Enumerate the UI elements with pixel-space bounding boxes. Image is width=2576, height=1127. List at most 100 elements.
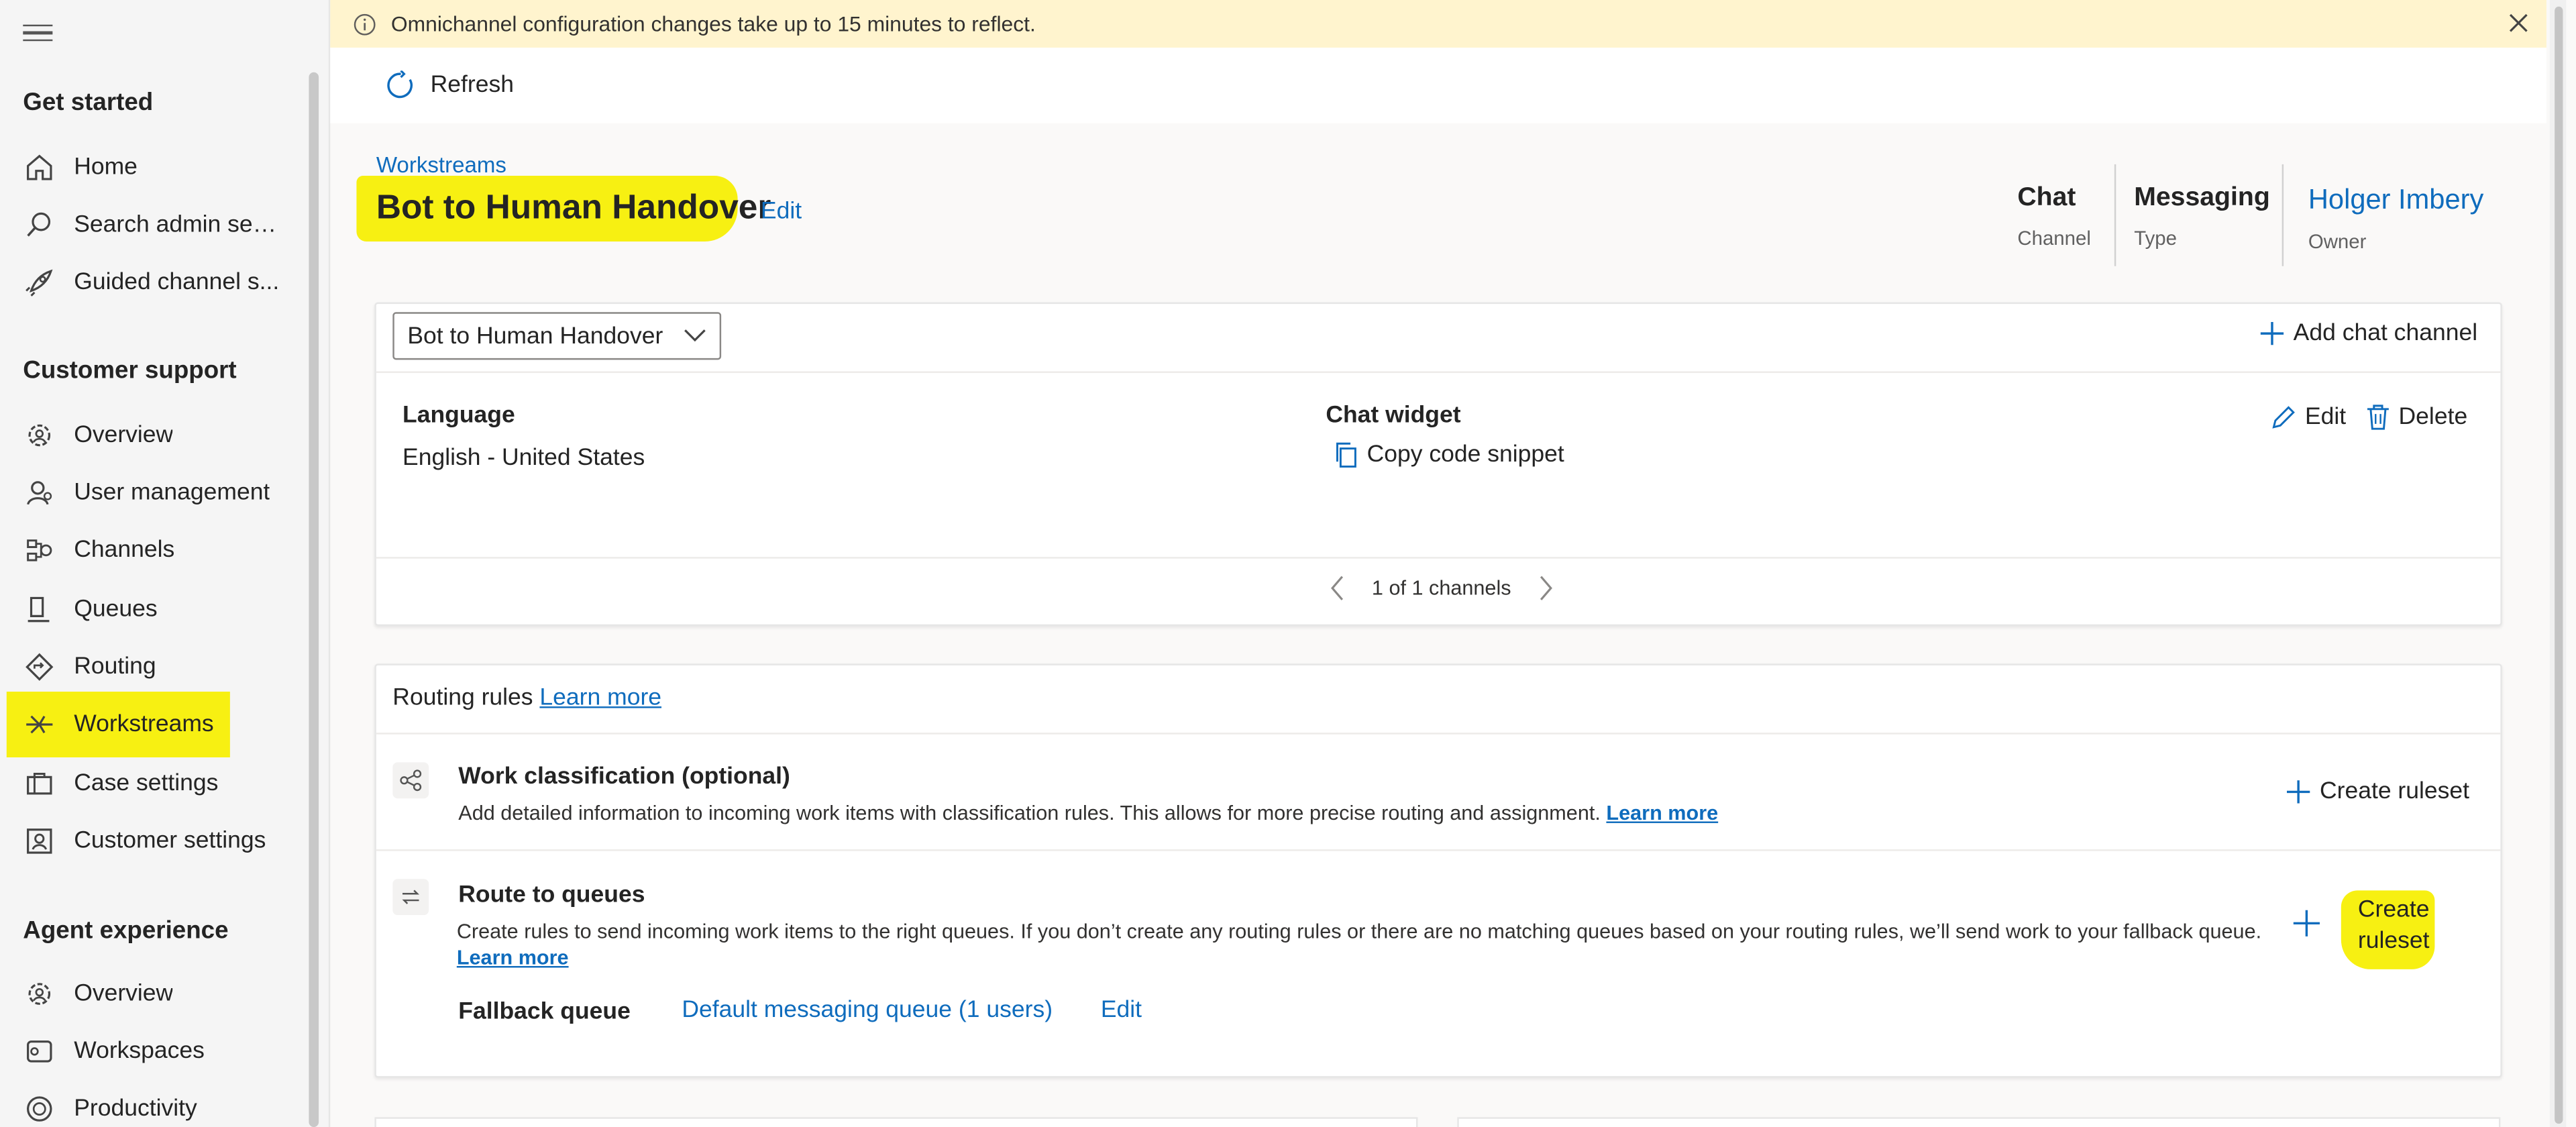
workstream-icon	[23, 708, 56, 741]
meta-divider	[2114, 164, 2116, 266]
close-icon[interactable]	[2507, 11, 2530, 34]
copy-icon	[1336, 442, 1356, 468]
chevron-right-icon[interactable]	[1538, 575, 1554, 601]
sidebar-item-label: Customer settings	[74, 828, 266, 855]
language-value: English - United States	[402, 445, 645, 472]
sidebar-item-label: Workspaces	[74, 1038, 205, 1065]
meta-divider	[2282, 164, 2284, 266]
trash-icon	[2367, 405, 2389, 430]
meta-owner: Holger Imbery Owner	[2308, 184, 2483, 253]
sidebar-item-label: Home	[74, 154, 138, 181]
sidebar-item-customer-settings[interactable]: Customer settings	[7, 816, 303, 865]
routing-icon	[23, 651, 56, 684]
hamburger-menu-icon[interactable]	[23, 19, 53, 42]
add-chat-channel-button[interactable]: Add chat channel	[2259, 321, 2477, 347]
title-edit-link[interactable]: Edit	[761, 199, 802, 225]
sidebar-item-label: User management	[74, 480, 270, 506]
copy-code-snippet-button[interactable]: Copy code snippet	[1334, 442, 1564, 468]
classification-icon	[392, 762, 429, 799]
create-ruleset-queues-button[interactable]: Create ruleset	[2349, 896, 2438, 958]
workspace-icon	[23, 1035, 56, 1068]
sidebar-item-channels[interactable]: Channels	[7, 526, 303, 575]
refresh-button[interactable]: Refresh	[386, 70, 514, 100]
work-classification-title: Work classification (optional)	[458, 763, 790, 790]
language-label: Language	[402, 402, 515, 429]
main-content: Omnichannel configuration changes take u…	[330, 0, 2546, 1127]
sidebar-item-user-management[interactable]: User management	[7, 468, 303, 517]
sidebar-item-workstreams[interactable]: Workstreams	[6, 692, 230, 757]
meta-type-value: Messaging	[2134, 184, 2270, 212]
sidebar-item-label: Channels	[74, 537, 175, 564]
sidebar-item-queues[interactable]: Queues	[7, 585, 303, 634]
meta-channel-caption: Channel	[2017, 226, 2091, 250]
sidebar-item-guided-channel[interactable]: Guided channel s...	[7, 258, 303, 307]
search-icon	[23, 209, 56, 241]
routing-learn-more-link[interactable]: Learn more	[539, 685, 661, 711]
work-classification-learn-more[interactable]: Learn more	[1606, 802, 1718, 824]
sidebar-item-overview[interactable]: Overview	[7, 411, 303, 460]
productivity-icon	[23, 1093, 56, 1126]
edit-channel-label: Edit	[2304, 404, 2347, 431]
breadcrumb[interactable]: Workstreams	[376, 153, 506, 178]
copy-code-snippet-label: Copy code snippet	[1366, 441, 1564, 468]
chevron-down-icon	[684, 329, 706, 342]
delete-channel-label: Delete	[2398, 404, 2468, 431]
sidebar-item-label: Routing	[74, 653, 156, 680]
section-title-agent-experience: Agent experience	[23, 916, 229, 945]
rocket-icon	[23, 266, 56, 299]
page-scrollbar[interactable]	[2549, 0, 2567, 1127]
contact-icon	[23, 824, 56, 857]
meta-channel-value: Chat	[2017, 184, 2076, 212]
divider	[376, 733, 2501, 735]
gear-people-icon	[23, 977, 56, 1010]
sidebar-item-workspaces[interactable]: Workspaces	[7, 1027, 303, 1076]
sidebar-item-label: Overview	[74, 981, 174, 1008]
gear-people-icon	[23, 419, 56, 451]
sidebar-item-case-settings[interactable]: Case settings	[7, 759, 303, 808]
sidebar-item-home[interactable]: Home	[7, 143, 303, 192]
channel-card: Bot to Human Handover Add chat channel L…	[374, 302, 2502, 627]
add-chat-channel-label: Add chat channel	[2293, 320, 2478, 347]
create-ruleset-label: Create ruleset	[2319, 778, 2470, 806]
pager-text: 1 of 1 channels	[1371, 576, 1511, 600]
fallback-queue-edit-link[interactable]: Edit	[1101, 998, 1142, 1024]
sidebar-item-agent-overview[interactable]: Overview	[7, 969, 303, 1018]
create-ruleset-classification-button[interactable]: Create ruleset	[2286, 779, 2469, 805]
channel-dropdown[interactable]: Bot to Human Handover	[392, 312, 722, 360]
plus-icon	[2260, 322, 2284, 345]
route-queue-icon	[392, 879, 429, 916]
routing-rules-heading: Routing rules Learn more	[392, 685, 661, 711]
channels-icon	[23, 534, 56, 567]
app-window: Get started Home Search admin sett... Gu…	[0, 0, 2576, 1127]
refresh-label: Refresh	[430, 72, 515, 99]
meta-type-caption: Type	[2134, 226, 2177, 250]
person-icon	[23, 476, 56, 509]
plus-icon	[2287, 780, 2310, 804]
routing-rules-title: Routing rules	[392, 685, 533, 712]
page-title: Bot to Human Handover	[376, 189, 771, 227]
sidebar-item-productivity[interactable]: Productivity	[7, 1084, 303, 1127]
sidebar-item-search-admin[interactable]: Search admin sett...	[7, 201, 303, 250]
pencil-icon	[2272, 406, 2295, 429]
sidebar-scrollbar[interactable]	[309, 72, 319, 1127]
route-to-queues-description: Create rules to send incoming work items…	[457, 918, 2280, 971]
page-scrollbar-thumb[interactable]	[2555, 6, 2563, 1124]
fallback-queue-link[interactable]: Default messaging queue (1 users)	[682, 998, 1053, 1024]
info-icon	[354, 13, 376, 35]
chevron-left-icon[interactable]	[1329, 575, 1345, 601]
meta-type: Messaging Type	[2134, 184, 2270, 250]
meta-owner-caption: Owner	[2308, 229, 2367, 254]
work-classification-text: Add detailed information to incoming wor…	[458, 802, 1601, 825]
route-to-queues-learn-more[interactable]: Learn more	[457, 947, 569, 969]
edit-channel-button[interactable]: Edit	[2271, 404, 2347, 431]
banner-text: Omnichannel configuration changes take u…	[390, 11, 1036, 36]
delete-channel-button[interactable]: Delete	[2366, 404, 2468, 431]
meta-owner-value[interactable]: Holger Imbery	[2308, 184, 2483, 217]
channel-dropdown-value: Bot to Human Handover	[407, 323, 663, 350]
section-title-get-started: Get started	[23, 89, 154, 117]
routing-rules-card: Routing rules Learn more Work classifica…	[374, 663, 2502, 1078]
sidebar-item-routing[interactable]: Routing	[7, 643, 303, 692]
sidebar-item-label: Search admin sett...	[74, 211, 280, 239]
divider	[376, 371, 2501, 373]
plus-icon[interactable]	[2292, 908, 2321, 946]
